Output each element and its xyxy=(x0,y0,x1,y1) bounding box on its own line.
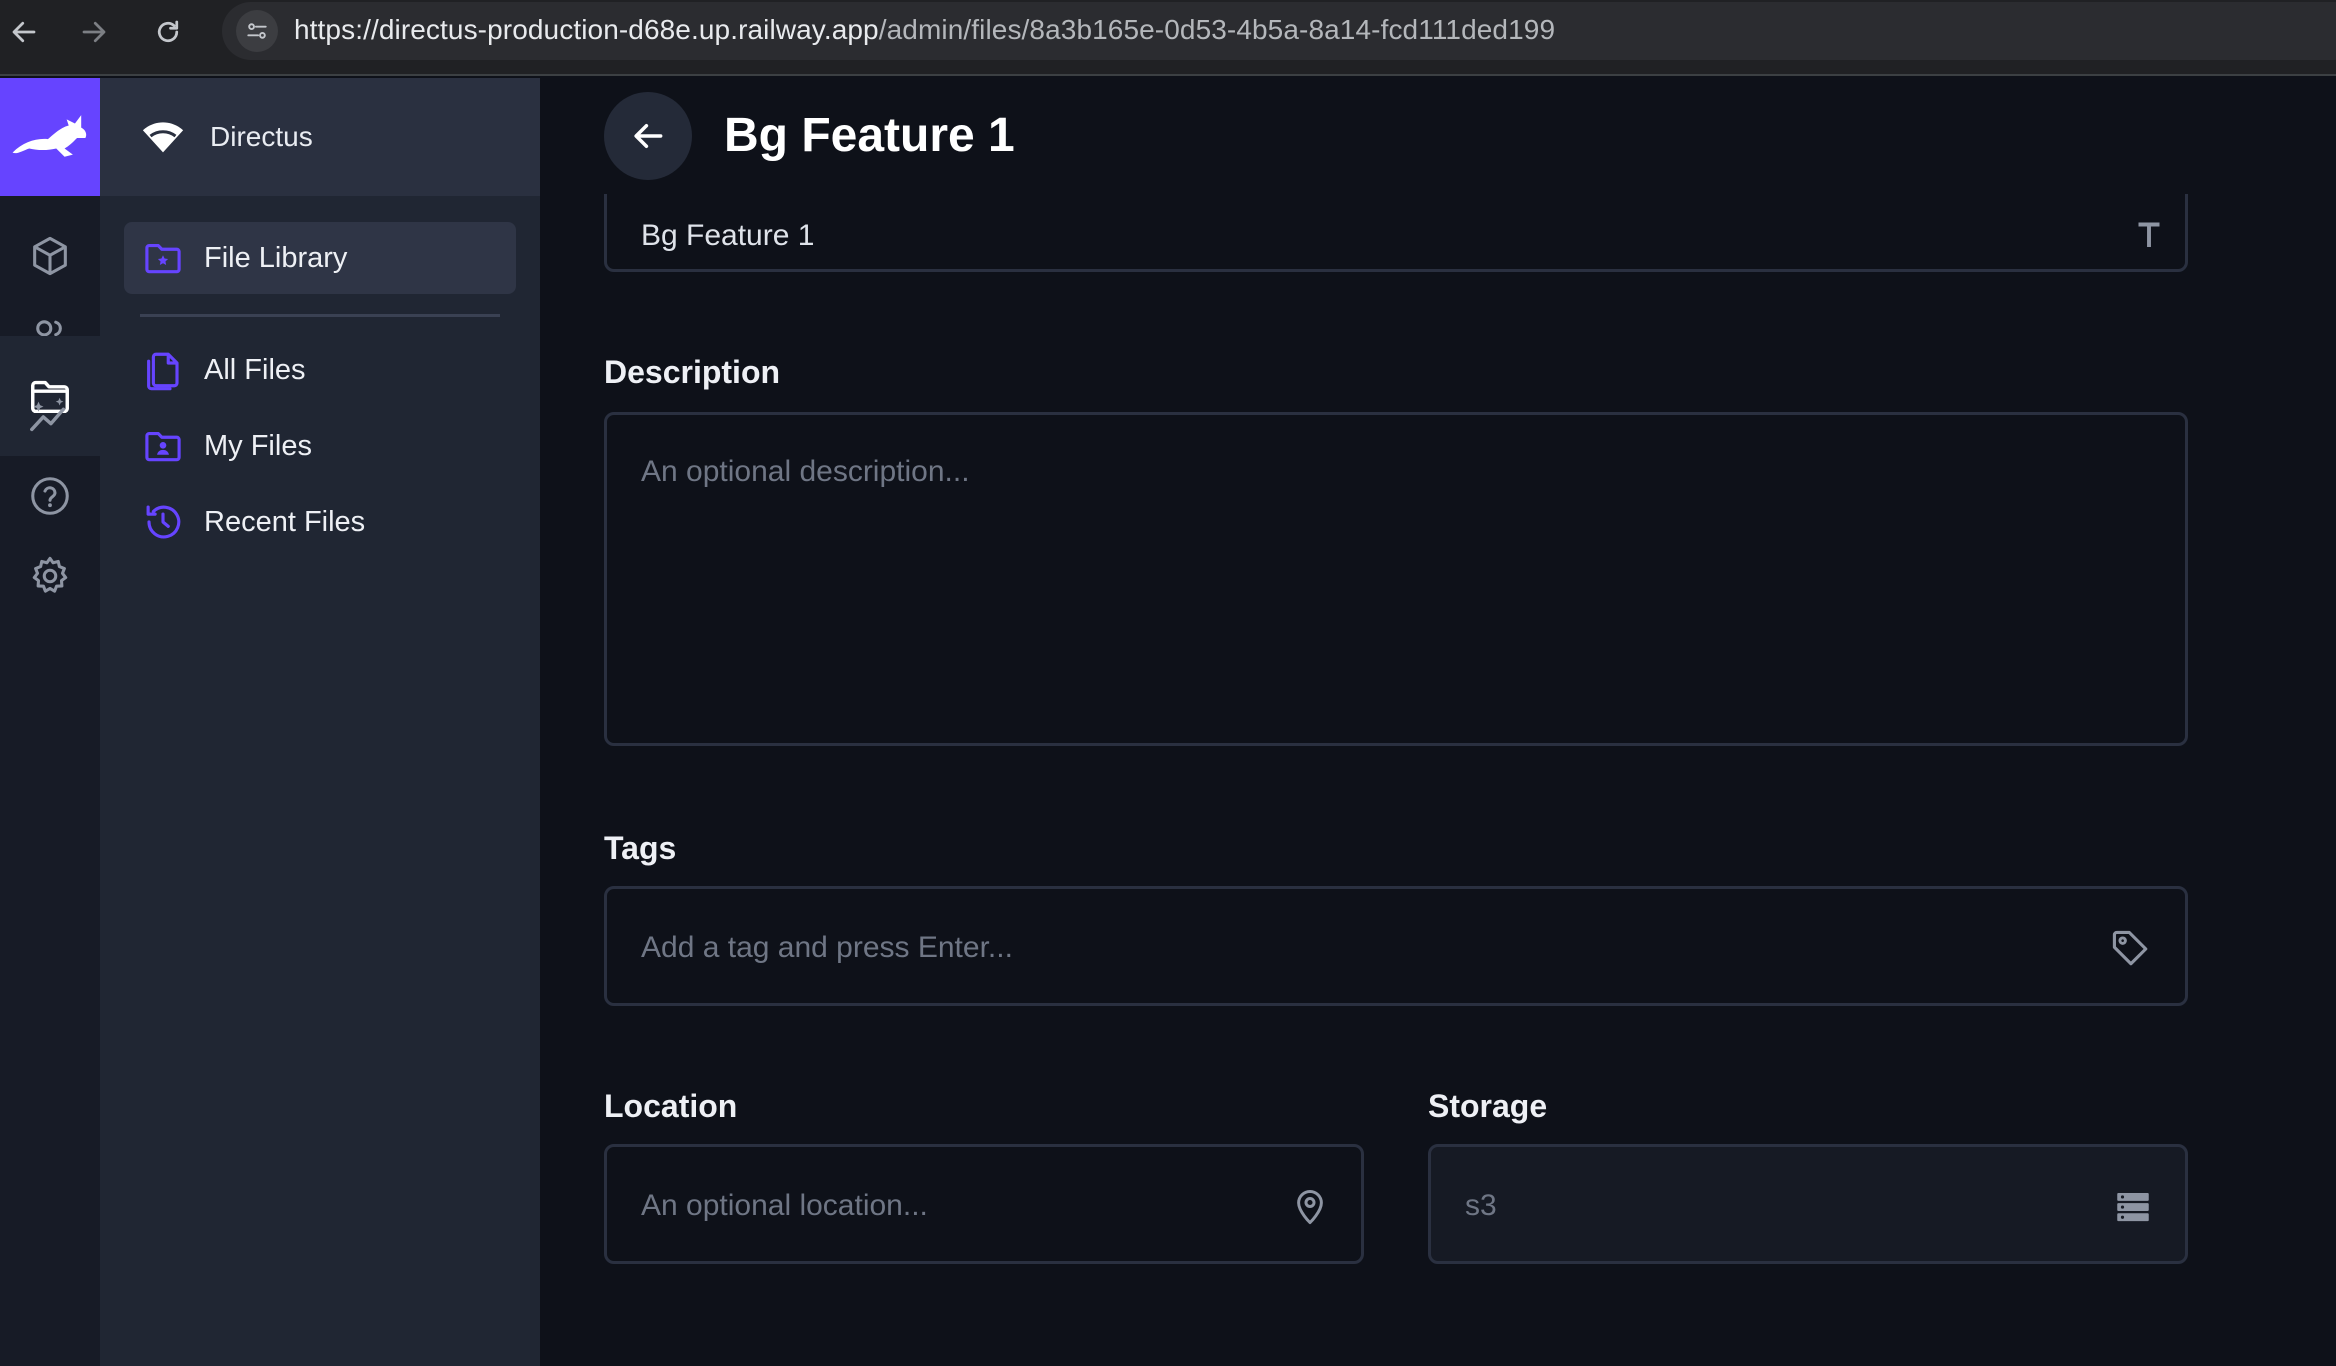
navigation-panel: Directus File Library All Files My Files… xyxy=(100,78,540,1366)
nav-divider xyxy=(140,314,500,317)
rabbit-logo-icon xyxy=(12,115,87,157)
nav-item-label: Recent Files xyxy=(204,505,366,538)
location-input[interactable]: An optional location... xyxy=(604,1144,1364,1264)
storage-label: Storage xyxy=(1428,1088,1548,1124)
arrow-left-icon xyxy=(634,123,663,149)
project-header[interactable]: Directus xyxy=(100,78,540,196)
cube-icon xyxy=(33,236,67,276)
location-placeholder: An optional location... xyxy=(641,1189,928,1222)
map-pin-icon xyxy=(1287,1183,1333,1229)
history-icon xyxy=(146,505,181,539)
gear-icon xyxy=(32,556,68,593)
tags-placeholder: Add a tag and press Enter... xyxy=(641,931,1013,964)
browser-reload-icon[interactable] xyxy=(148,12,188,52)
files-icon xyxy=(147,352,179,391)
url-path: /admin/files/8a3b165e-0d53-4b5a-8a14-fcd… xyxy=(878,14,1556,45)
page-header: Bg Feature 1 xyxy=(540,78,2336,194)
nav-item-label: My Files xyxy=(204,429,312,462)
back-button[interactable] xyxy=(604,92,692,180)
module-bar xyxy=(0,78,100,1366)
insights-icon xyxy=(30,397,66,432)
nav-item-file-library[interactable]: File Library xyxy=(124,222,516,294)
url-host: https://directus-production-d68e.up.rail… xyxy=(294,14,879,45)
nav-item-recent-files[interactable]: Recent Files xyxy=(124,486,516,558)
storage-value: s3 xyxy=(1465,1189,1497,1222)
tag-icon xyxy=(2107,925,2153,971)
storage-icon xyxy=(2111,1185,2155,1229)
browser-back-icon[interactable] xyxy=(4,12,44,52)
tags-label: Tags xyxy=(604,830,677,866)
browser-toolbar: https://directus-production-d68e.up.rail… xyxy=(0,0,2336,76)
site-settings-icon[interactable] xyxy=(236,10,278,52)
folder-star-icon xyxy=(145,244,181,274)
description-placeholder: An optional description... xyxy=(641,455,970,488)
address-bar[interactable]: https://directus-production-d68e.up.rail… xyxy=(222,2,2336,60)
page-title: Bg Feature 1 xyxy=(724,109,1015,162)
main-content: Bg Feature 1 Bg Feature 1 Description An… xyxy=(540,78,2336,1366)
url-text: https://directus-production-d68e.up.rail… xyxy=(294,14,1555,46)
module-settings[interactable] xyxy=(0,516,100,636)
wifi-icon xyxy=(142,122,184,153)
folder-user-icon xyxy=(145,432,181,462)
location-label: Location xyxy=(604,1088,738,1124)
browser-forward-icon[interactable] xyxy=(74,12,114,52)
nav-item-all-files[interactable]: All Files xyxy=(124,334,516,406)
directus-logo[interactable] xyxy=(0,78,100,196)
text-type-icon xyxy=(2129,215,2169,255)
tags-input[interactable]: Add a tag and press Enter... xyxy=(604,886,2188,1006)
description-textarea[interactable]: An optional description... xyxy=(604,412,2188,746)
nav-item-my-files[interactable]: My Files xyxy=(124,410,516,482)
nav-item-label: File Library xyxy=(204,241,348,274)
project-name: Directus xyxy=(210,121,313,152)
description-label: Description xyxy=(604,354,781,390)
help-icon xyxy=(31,477,69,515)
storage-input: s3 xyxy=(1428,1144,2188,1264)
title-value: Bg Feature 1 xyxy=(641,219,815,252)
nav-item-label: All Files xyxy=(204,353,306,386)
